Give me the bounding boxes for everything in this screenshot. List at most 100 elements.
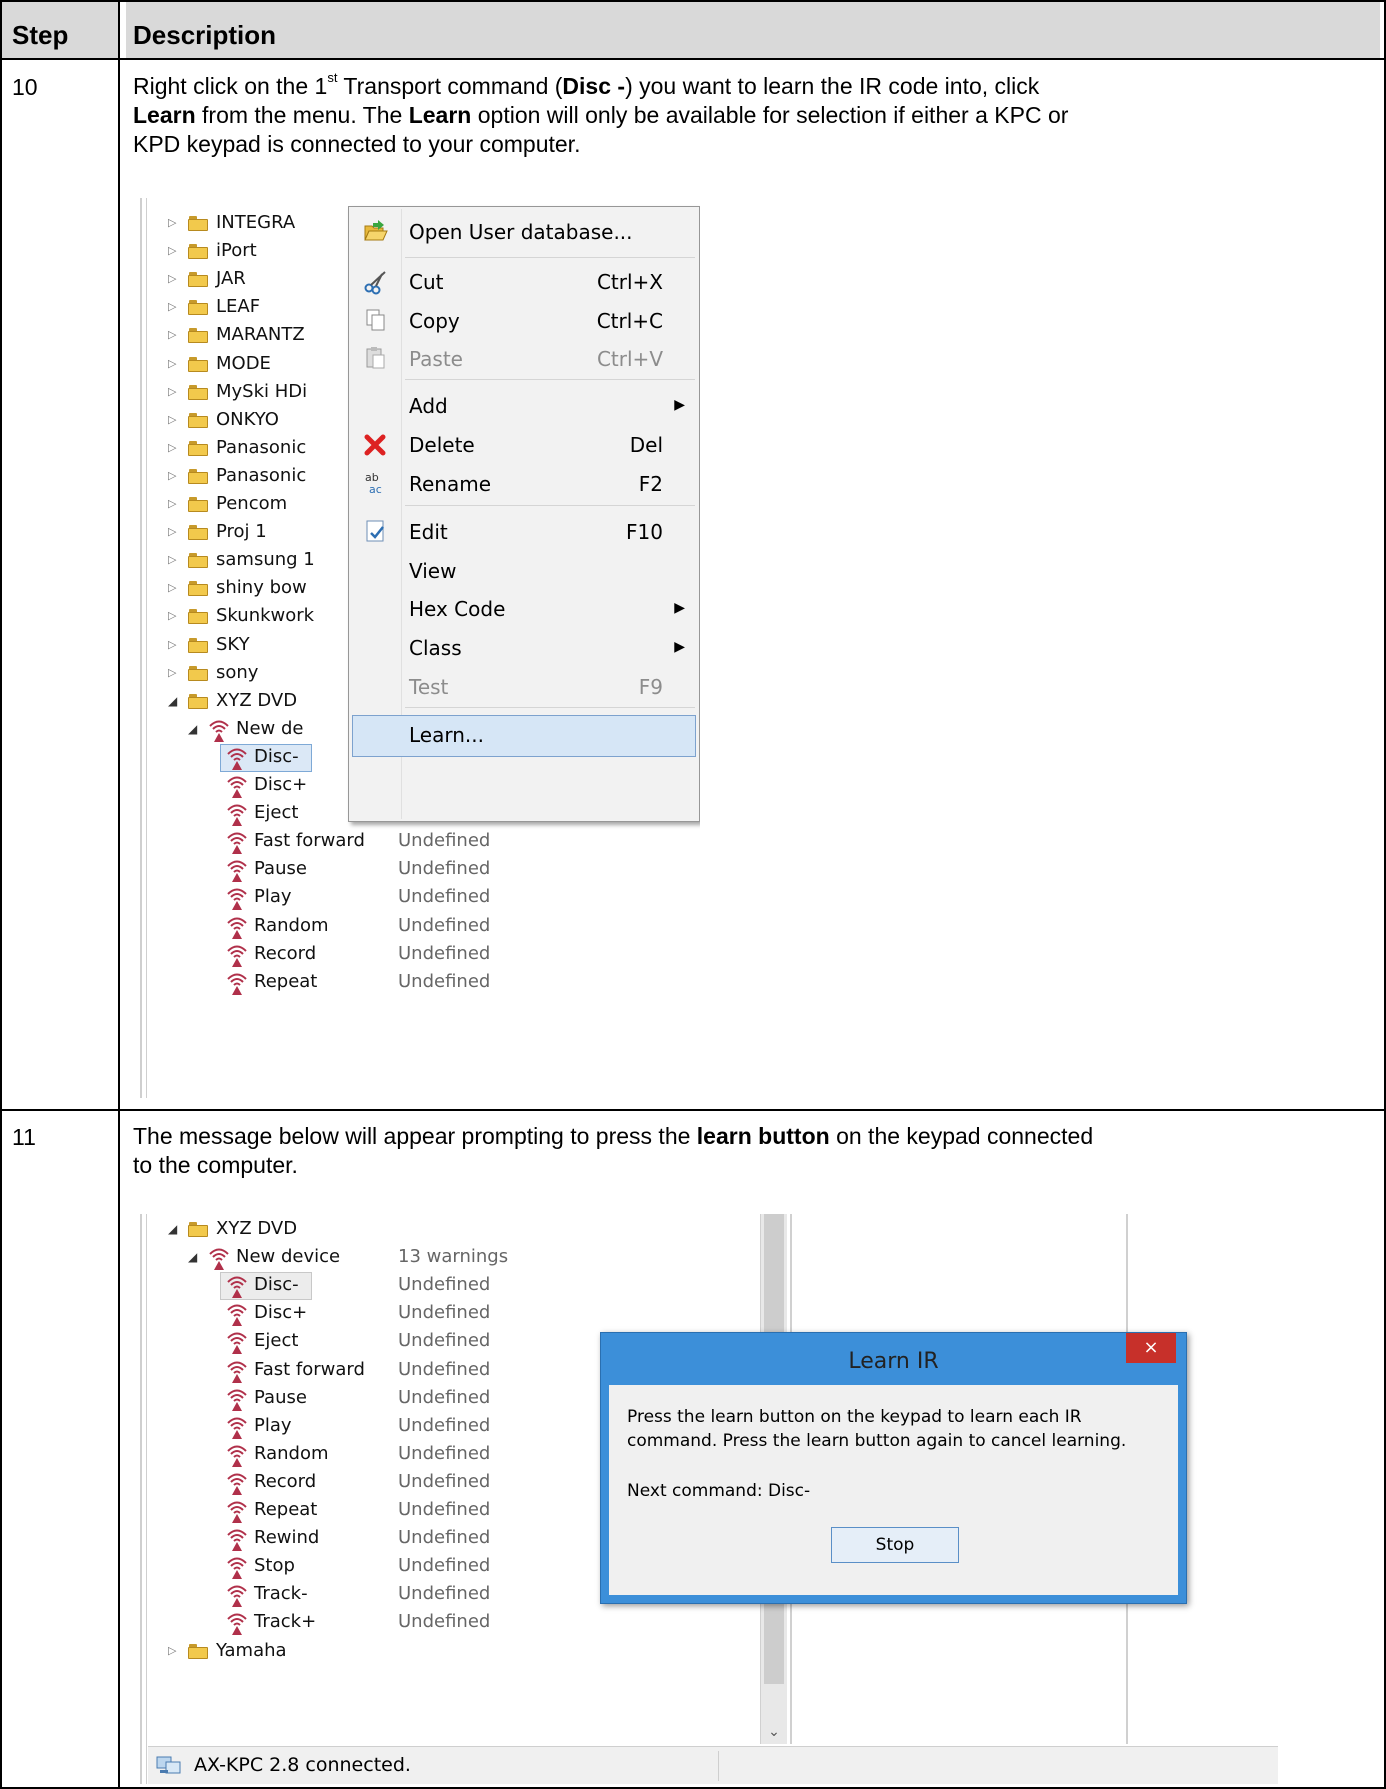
learn-ir-dialog: Learn IR × Press the learn button on the…	[600, 1332, 1187, 1604]
ir-signal-icon	[227, 1613, 247, 1636]
expanded-arrow-icon[interactable]: ◢	[188, 1250, 197, 1264]
collapsed-arrow-icon[interactable]: ▷	[168, 385, 176, 398]
delete-icon	[364, 434, 386, 456]
tree-item-label: Panasonic	[216, 464, 307, 486]
expanded-arrow-icon[interactable]: ◢	[168, 1222, 177, 1236]
dialog-body: Press the learn button on the keypad to …	[609, 1385, 1178, 1595]
menu-copy[interactable]: Copy Ctrl+C	[349, 302, 699, 340]
folder-icon	[188, 665, 208, 681]
tree-item-label: Skunkwork	[216, 605, 315, 627]
tree-item-label: Track+	[254, 1611, 317, 1633]
open-folder-icon	[364, 220, 388, 241]
ir-signal-icon	[227, 860, 247, 883]
submenu-arrow-icon: ▶	[674, 639, 685, 655]
tree-item-label: SKY	[216, 633, 250, 655]
collapsed-arrow-icon[interactable]: ▷	[168, 609, 176, 622]
close-button[interactable]: ×	[1126, 1333, 1176, 1363]
menu-delete[interactable]: Delete Del	[349, 426, 699, 464]
tree-item-label: JAR	[216, 268, 246, 290]
menu-edit[interactable]: Edit F10	[349, 513, 699, 551]
folder-icon	[188, 637, 208, 653]
tree-item-value: Undefined	[398, 1527, 491, 1549]
tree-item-label: Random	[254, 914, 329, 936]
tree-folder[interactable]: ▷ Yamaha	[140, 1636, 740, 1668]
tree-item-label: LEAF	[216, 296, 261, 318]
collapsed-arrow-icon[interactable]: ▷	[168, 244, 176, 257]
expanded-arrow-icon[interactable]: ◢	[168, 694, 177, 708]
tree-item-label: Disc+	[254, 774, 308, 795]
folder-icon	[188, 412, 208, 428]
folder-icon	[188, 609, 208, 625]
tree-item-label: ONKYO	[216, 408, 279, 430]
table-border	[0, 0, 2, 1789]
tree-item-value: Undefined	[398, 1499, 491, 1520]
tree-item-label: sony	[216, 661, 259, 683]
ir-signal-icon	[227, 1585, 247, 1608]
collapsed-arrow-icon[interactable]: ▷	[168, 1644, 176, 1657]
tree-item-label: Record	[254, 942, 317, 964]
tree-item-value: Undefined	[398, 886, 491, 908]
menu-separator	[405, 379, 695, 380]
stop-button[interactable]: Stop	[831, 1527, 959, 1563]
collapsed-arrow-icon[interactable]: ▷	[168, 581, 176, 594]
collapsed-arrow-icon[interactable]: ▷	[168, 272, 176, 285]
tree-item-value: Undefined	[398, 1611, 491, 1633]
ir-signal-icon	[227, 1473, 247, 1495]
collapsed-arrow-icon[interactable]: ▷	[168, 553, 176, 566]
menu-add[interactable]: Add ▶	[349, 387, 699, 425]
ir-signal-icon	[209, 720, 229, 742]
collapsed-arrow-icon[interactable]: ▷	[168, 525, 176, 538]
collapsed-arrow-icon[interactable]: ▷	[168, 328, 176, 341]
tree-item-label: Eject	[254, 802, 299, 824]
tree-item-value: Undefined	[398, 1555, 491, 1577]
tree-item-label: MySki HDi	[216, 380, 308, 402]
tree-item-label: MODE	[216, 352, 271, 374]
header-bg	[126, 2, 1380, 58]
folder-icon	[188, 300, 208, 316]
tree-item-label: Yamaha	[216, 1639, 287, 1661]
ir-signal-icon	[227, 1557, 247, 1580]
ir-signal-icon	[227, 804, 247, 827]
screenshot-context-menu: ▷ INTEGRA ▷ iPort ▷ JAR ▷ LEAF ▷ MARANTZ ▷ MODE ▷ MyS…	[140, 198, 700, 1098]
collapsed-arrow-icon[interactable]: ▷	[168, 666, 176, 679]
collapsed-arrow-icon[interactable]: ▷	[168, 441, 176, 454]
ir-signal-icon	[227, 1332, 247, 1355]
ir-signal-icon	[209, 1248, 229, 1271]
svg-text:ac: ac	[369, 483, 382, 496]
ir-signal-icon	[227, 1361, 247, 1383]
header-step: Step	[12, 20, 69, 50]
tree-item-label: Fast forward	[254, 830, 365, 852]
tree-command[interactable]: Repeat Undefined	[140, 967, 700, 999]
menu-view[interactable]: View	[349, 552, 699, 590]
menu-cut[interactable]: Cut Ctrl+X	[349, 263, 699, 301]
tree-item-label: Record	[254, 1470, 317, 1492]
menu-hex-code[interactable]: Hex Code ▶	[349, 590, 699, 628]
tree-item-value: Undefined	[398, 1442, 491, 1464]
ir-signal-icon	[227, 776, 247, 798]
collapsed-arrow-icon[interactable]: ▷	[168, 638, 176, 651]
submenu-arrow-icon: ▶	[674, 397, 685, 413]
connection-icon	[156, 1756, 181, 1774]
tree-item-value: Undefined	[398, 1583, 491, 1605]
menu-class[interactable]: Class ▶	[349, 629, 699, 667]
collapsed-arrow-icon[interactable]: ▷	[168, 413, 176, 426]
menu-rename[interactable]: ab ac Rename F2	[349, 465, 699, 503]
status-bar: AX-KPC 2.8 connected.	[148, 1746, 1278, 1784]
tree-item-label: Pencom	[216, 493, 288, 514]
collapsed-arrow-icon[interactable]: ▷	[168, 469, 176, 482]
collapsed-arrow-icon[interactable]: ▷	[168, 357, 176, 370]
ir-signal-icon	[227, 1529, 247, 1552]
paste-icon	[366, 347, 385, 369]
collapsed-arrow-icon[interactable]: ▷	[168, 300, 176, 313]
header-description: Description	[133, 20, 277, 50]
tree-item-label: Stop	[254, 1555, 295, 1577]
menu-open-user-database[interactable]: Open User database...	[349, 213, 699, 251]
menu-learn[interactable]: Learn...	[349, 716, 699, 754]
collapsed-arrow-icon[interactable]: ▷	[168, 497, 176, 510]
collapsed-arrow-icon[interactable]: ▷	[168, 216, 176, 229]
tree-item-value: Undefined	[398, 858, 491, 880]
ir-signal-icon	[227, 1276, 247, 1299]
expanded-arrow-icon[interactable]: ◢	[188, 722, 197, 736]
tree-item-label: Eject	[254, 1330, 299, 1352]
scroll-down-icon[interactable]: ⌄	[761, 1724, 787, 1740]
